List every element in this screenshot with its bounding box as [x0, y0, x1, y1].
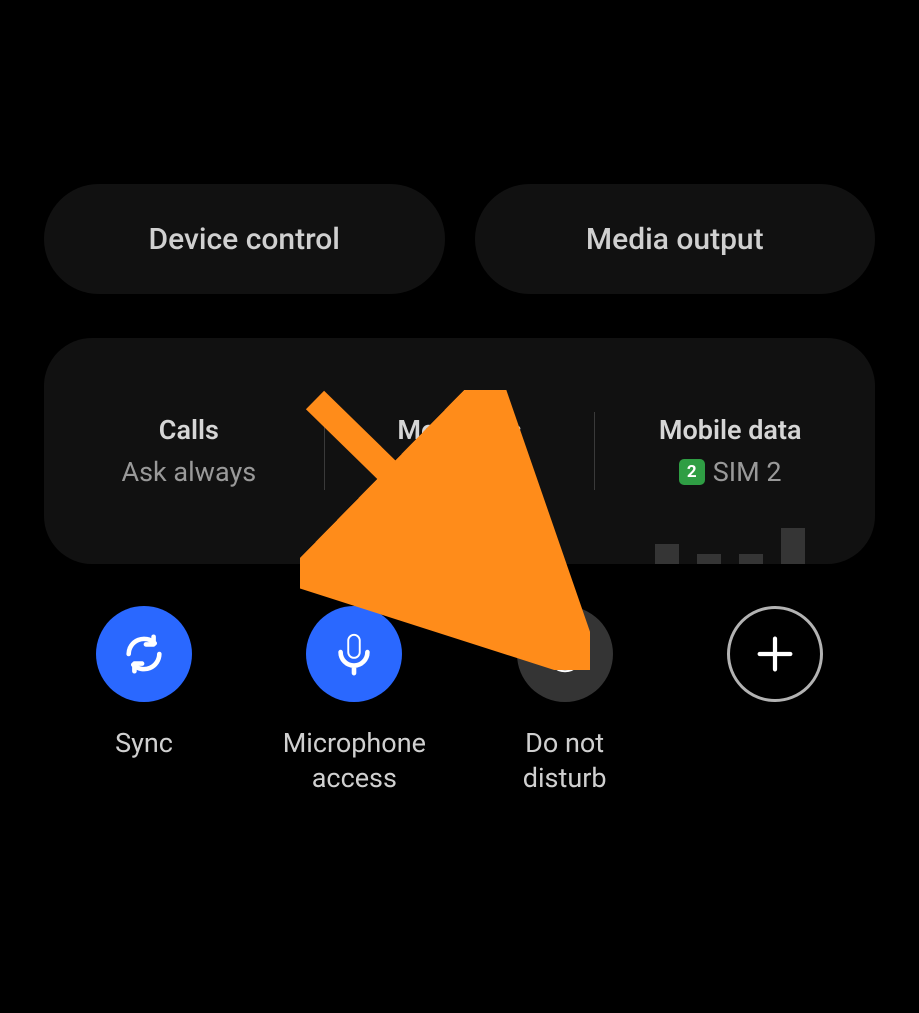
do-not-disturb-toggle[interactable]: Do not disturb	[465, 606, 665, 796]
media-output-label: Media output	[586, 222, 764, 257]
add-toggle-button[interactable]	[675, 606, 875, 796]
sim-messages-sub: 1 SIM 1	[408, 456, 511, 488]
signal-icon	[655, 528, 805, 564]
sim-panel: Calls Ask always Messages 1 SIM 1 Mobile…	[44, 338, 875, 564]
quick-toggles-row: Sync Microphone access Do not disturb	[44, 606, 875, 796]
sim-calls-title: Calls	[159, 414, 219, 446]
plus-icon	[727, 606, 823, 702]
microphone-icon	[306, 606, 402, 702]
sim-messages[interactable]: Messages 1 SIM 1	[325, 338, 595, 564]
sim-mobiledata-sub: 2 SIM 2	[679, 456, 782, 488]
sim-calls[interactable]: Calls Ask always	[54, 338, 324, 564]
sim-mobiledata-title: Mobile data	[659, 414, 802, 446]
sync-toggle[interactable]: Sync	[44, 606, 244, 796]
sim-calls-sub: Ask always	[122, 456, 257, 488]
signal-icon	[385, 528, 535, 564]
sim-messages-title: Messages	[397, 414, 521, 446]
do-not-disturb-icon	[517, 606, 613, 702]
top-controls-row: Device control Media output	[44, 184, 875, 294]
microphone-label: Microphone access	[283, 726, 426, 796]
sync-label: Sync	[115, 726, 173, 761]
media-output-button[interactable]: Media output	[475, 184, 876, 294]
microphone-access-toggle[interactable]: Microphone access	[254, 606, 454, 796]
sim1-badge-icon: 1	[408, 459, 434, 485]
sim2-badge-icon: 2	[679, 459, 705, 485]
sync-icon	[96, 606, 192, 702]
device-control-button[interactable]: Device control	[44, 184, 445, 294]
dnd-label: Do not disturb	[523, 726, 607, 796]
device-control-label: Device control	[149, 222, 340, 257]
sim-mobile-data[interactable]: Mobile data 2 SIM 2	[595, 338, 865, 564]
